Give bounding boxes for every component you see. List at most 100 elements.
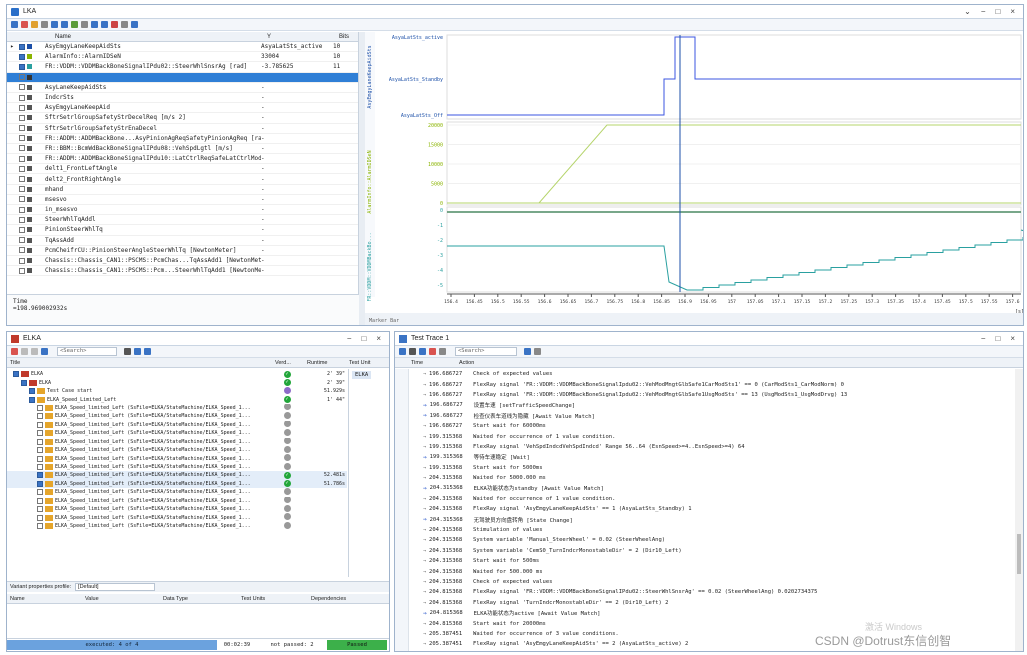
test-checkbox[interactable] <box>37 489 43 496</box>
options-icon[interactable] <box>534 348 541 355</box>
delta-icon[interactable] <box>439 348 446 355</box>
test-tree-item[interactable]: ELKA_Speed_limited_Left (SsFile=ELKA/Sta… <box>7 454 347 462</box>
elka-minimize-button[interactable]: − <box>347 334 352 343</box>
signal-row[interactable]: FR::BBM::BcmWdBackBoneSignalIPdu08::VehS… <box>7 144 358 155</box>
trace-entry[interactable]: ⇒ 204.315368 无驾驶员方向盘转角 [State Change] <box>409 514 1015 524</box>
signal-row[interactable]: PinionSteerWhlTq - <box>7 225 358 236</box>
list-icon[interactable] <box>399 348 406 355</box>
signal-row[interactable]: ▸ AsyEmgyLaneKeepAidSts AsyaLatSts_active 1… <box>7 42 358 53</box>
trace-entry[interactable]: → 196.686727 FlexRay signal 'FR::VDDM::VDD… <box>409 390 1015 400</box>
test-checkbox[interactable] <box>37 497 43 504</box>
chevron-down-icon[interactable]: ⌄ <box>964 7 971 16</box>
cursor-icon[interactable] <box>41 21 48 28</box>
nav-right-icon[interactable] <box>101 21 108 28</box>
test-checkbox[interactable] <box>37 430 43 437</box>
signal-row[interactable]: SftrSetrlGroupSafetyStrEnaDecel - <box>7 124 358 134</box>
test-tree-item[interactable]: ELKA_Speed_limited_Left (SsFile=ELKA/Sta… <box>7 479 347 489</box>
trace-entry[interactable]: ⇒ 196.686727 检查仪表车道线为隐藏 [Await Value Match… <box>409 411 1015 421</box>
report-icon[interactable] <box>41 348 48 355</box>
trace-entry[interactable]: → 204.315368 System variable 'Manual_Steer… <box>409 535 1015 545</box>
signal-checkbox[interactable] <box>19 206 25 213</box>
test-checkbox[interactable] <box>37 421 43 428</box>
elka-close-button[interactable]: × <box>376 334 381 343</box>
signal-checkbox[interactable] <box>19 165 25 172</box>
test-checkbox[interactable] <box>29 396 35 403</box>
signal-checkbox[interactable] <box>19 104 25 111</box>
maximize-button[interactable]: □ <box>995 7 1000 16</box>
signal-row[interactable]: FR::ADDM::ADDMBackBone...AsyPinionAgReqS… <box>7 134 358 144</box>
signal-row[interactable]: PcmCheifrCU::PinionSteerAngleSteerWhlTq … <box>7 246 358 256</box>
trace-entry[interactable]: → 199.315368 Start wait for 5000ms <box>409 463 1015 473</box>
signal-row[interactable]: AsyLaneKeepAidSts - <box>7 83 358 93</box>
test-checkbox[interactable] <box>37 514 43 521</box>
test-checkbox[interactable] <box>13 371 19 378</box>
test-checkbox[interactable] <box>37 472 43 479</box>
test-unit-elka[interactable]: ELKA <box>352 371 372 379</box>
test-tree-item[interactable]: ELKA_Speed_limited_Left (SsFile=ELKA/Sta… <box>7 513 347 521</box>
signal-checkbox[interactable] <box>19 216 25 223</box>
filter-icon[interactable] <box>409 348 416 355</box>
signal-row[interactable]: SftrSetrlGroupSafetyStrDecelReq [m/s 2] - <box>7 113 358 124</box>
zoom-out-icon[interactable] <box>61 21 68 28</box>
signal-checkbox[interactable] <box>19 196 25 203</box>
test-checkbox[interactable] <box>37 455 43 462</box>
test-tree-item[interactable]: ELKA_Speed_limited_Left (SsFile=ELKA/Sta… <box>7 420 347 429</box>
test-tree-item[interactable]: ELKA_Speed_limited_Left (SsFile=ELKA/Sta… <box>7 471 347 480</box>
signal-row[interactable]: FR::VDDM::VDDMBackBoneSignalIPdu02::Stee… <box>7 62 358 73</box>
test-checkbox[interactable] <box>37 523 43 530</box>
elka-search-input[interactable]: <Search> <box>57 347 117 356</box>
signal-row[interactable]: FR::ADDM::ADDMBackBoneSignalIPdu10::LatC… <box>7 154 358 165</box>
trace-entry[interactable]: → 204.815368 FlexRay signal 'TurnIndcrMono… <box>409 598 1015 608</box>
test-tree-item[interactable]: ELKA_Speed_limited_Left (SsFile=ELKA/Sta… <box>7 488 347 496</box>
trace-scrollbar[interactable] <box>1015 369 1023 651</box>
pause-icon[interactable] <box>21 21 28 28</box>
signal-row[interactable]: delt2_FrontRightAngle - <box>7 174 358 185</box>
trace-entry[interactable]: → 204.315368 System variable 'CemS0_TurnIn… <box>409 546 1015 556</box>
test-tree-item[interactable]: ELKA_Speed_limited_Left (SsFile=ELKA/Sta… <box>7 521 347 530</box>
test-tree-item[interactable]: ELKA ✓ 2' 39" <box>7 370 347 378</box>
trace-search-input[interactable]: <Search> <box>455 347 517 356</box>
marker-icon[interactable] <box>81 21 88 28</box>
signal-checkbox[interactable] <box>19 43 25 50</box>
layout-icon[interactable] <box>11 21 18 28</box>
trace-entry[interactable]: →205.387451FlexRay signal 'FR::VDDM::VDD… <box>409 650 1015 651</box>
test-tree-item[interactable]: ELKA ✓ 2' 39" <box>7 378 347 387</box>
test-checkbox[interactable] <box>37 506 43 513</box>
signal-checkbox[interactable] <box>19 114 25 121</box>
test-checkbox[interactable] <box>37 438 43 445</box>
test-checkbox[interactable] <box>37 480 43 487</box>
trace-entry[interactable]: → 199.315368 FlexRay signal 'VehSpdIndcdVe… <box>409 442 1015 452</box>
test-checkbox[interactable] <box>37 413 43 420</box>
trace-entry[interactable]: → 196.686727 Start wait for 60000ms <box>409 421 1015 431</box>
trace-entry[interactable]: → 204.815368 Start wait for 20000ms <box>409 618 1015 628</box>
trace-entry[interactable]: ⇒ 204.315368 ELKA功能状态为standby [Await Value… <box>409 483 1015 493</box>
test-checkbox[interactable] <box>21 379 27 386</box>
redo-icon[interactable] <box>121 21 128 28</box>
trace-close-button[interactable]: × <box>1010 334 1015 343</box>
trace-entry[interactable]: → 204.315368 Waited for 5000.000 ms <box>409 473 1015 483</box>
trace-entry[interactable]: ⇒ 196.686727 设置车速 [setTrafficSpeedChange] <box>409 400 1015 410</box>
signal-checkbox[interactable] <box>19 186 25 193</box>
trace-entry[interactable]: → 204.315368 Waited for occurrence of 1 va… <box>409 494 1015 504</box>
test-checkbox[interactable] <box>37 404 43 411</box>
arrow-left-icon[interactable] <box>134 348 141 355</box>
find-icon[interactable] <box>524 348 531 355</box>
trace-entry[interactable]: → 196.686727 Check of expected values <box>409 369 1015 379</box>
signal-checkbox[interactable] <box>19 267 25 274</box>
test-tree-item[interactable]: ELKA_Speed_limited_Left (SsFile=ELKA/Sta… <box>7 445 347 454</box>
close-button[interactable]: × <box>1010 7 1015 16</box>
stop-icon[interactable] <box>31 348 38 355</box>
settings-icon[interactable] <box>131 21 138 28</box>
signal-row[interactable] <box>7 72 358 83</box>
signal-row[interactable]: msesvo - <box>7 195 358 205</box>
signal-checkbox[interactable] <box>19 237 25 244</box>
pause-icon[interactable] <box>21 348 28 355</box>
signal-checkbox[interactable] <box>19 135 25 142</box>
test-tree-item[interactable]: ELKA_Speed_limited_Left (SsFile=ELKA/Sta… <box>7 437 347 446</box>
trace-entry[interactable]: → 204.315368 Stimulation of values <box>409 525 1015 535</box>
signal-checkbox[interactable] <box>19 84 25 91</box>
graph-area[interactable]: AsyEmgyLaneKeepAidSts AlarmInfo::AlarmIDS… <box>365 32 1023 325</box>
trace-entry[interactable]: → 204.315368 Waited for 500.000 ms <box>409 566 1015 576</box>
run-icon[interactable] <box>11 348 18 355</box>
test-tree-item[interactable]: ELKA_Speed_Limited_Left ✓ 1' 44" <box>7 395 347 404</box>
